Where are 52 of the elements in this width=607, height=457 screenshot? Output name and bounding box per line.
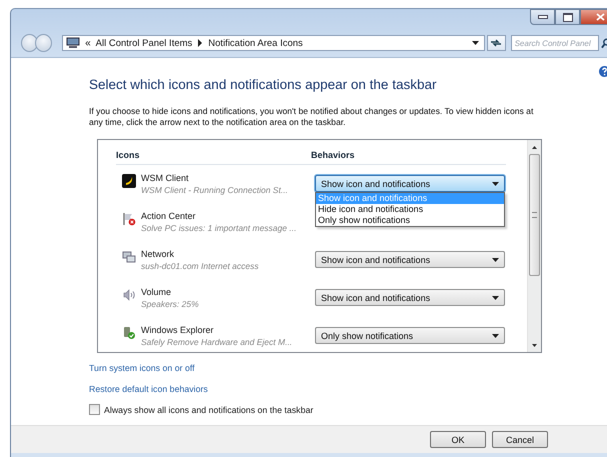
maximize-button[interactable] bbox=[555, 9, 580, 25]
intro-text: If you choose to hide icons and notifications, you won't be notified about changes or updates. To view hidden icons at any time, click the arrow next to the notification area on the taskbar. bbox=[89, 106, 534, 128]
minimize-button[interactable] bbox=[530, 9, 555, 25]
caret-icon bbox=[492, 334, 499, 338]
settings-link[interactable]: Turn system icons on or off bbox=[89, 363, 195, 373]
app-description: Speakers: 25% bbox=[141, 299, 200, 309]
behavior-dropdown[interactable]: Show icon and notifications bbox=[315, 251, 505, 268]
scroll-up-icon[interactable] bbox=[532, 146, 537, 148]
app-description: sush-dc01.com Internet access bbox=[141, 261, 260, 271]
help-icon[interactable] bbox=[599, 66, 607, 77]
speaker-icon bbox=[122, 288, 136, 302]
caret-icon bbox=[492, 296, 499, 300]
behavior-dropdown[interactable]: Show icon and notifications bbox=[315, 175, 505, 192]
app-name: Volume bbox=[141, 287, 172, 297]
behavior-dropdown[interactable]: Only show notifications bbox=[315, 327, 505, 344]
dialog-button[interactable]: Cancel bbox=[492, 431, 548, 448]
column-header: Behaviors bbox=[311, 150, 355, 160]
page-heading: Select which icons and notifications appear on the taskbar bbox=[89, 77, 436, 92]
scroll-down-icon[interactable] bbox=[532, 344, 537, 346]
address-bar[interactable]: « All Control Panel Items Notification Area Icons bbox=[62, 35, 485, 51]
caret-icon bbox=[492, 182, 499, 186]
caret-icon bbox=[492, 258, 499, 262]
search-field[interactable]: Search Control Panel bbox=[510, 35, 599, 51]
dropdown-arrow-icon[interactable] bbox=[472, 41, 479, 45]
app-name: WSM Client bbox=[141, 173, 190, 183]
app-description: Safely Remove Hardware and Eject M... bbox=[141, 337, 294, 347]
breadcrumb-arrow-icon[interactable] bbox=[197, 39, 204, 47]
scrollbar[interactable] bbox=[527, 140, 541, 352]
refresh-button[interactable] bbox=[486, 35, 506, 51]
app-description: Solve PC issues: 1 important message ... bbox=[141, 223, 298, 233]
app-name: Windows Explorer bbox=[141, 325, 215, 335]
close-icon bbox=[596, 13, 604, 21]
app-name: Action Center bbox=[141, 211, 197, 221]
app-name: Network bbox=[141, 249, 176, 259]
computer-icon bbox=[66, 37, 80, 49]
refresh-icon bbox=[490, 38, 502, 48]
settings-link[interactable]: Restore default icon behaviors bbox=[89, 384, 208, 394]
app-description: WSM Client - Running Connection St... bbox=[141, 185, 289, 195]
breadcrumb-item[interactable]: Notification Area Icons bbox=[208, 38, 303, 48]
dialog-button[interactable]: OK bbox=[430, 431, 486, 448]
checkbox-label: Always show all icons and notifications on the taskbar bbox=[104, 404, 314, 414]
dropdown-option[interactable]: Hide icon and notifications bbox=[316, 204, 504, 215]
dropdown-option[interactable]: Only show notifications bbox=[316, 215, 504, 226]
breadcrumb-overflow[interactable]: « bbox=[85, 38, 91, 48]
network-icon bbox=[122, 250, 136, 264]
usb-drive-icon bbox=[122, 326, 136, 340]
checkbox[interactable] bbox=[89, 404, 100, 415]
flag-icon bbox=[122, 212, 136, 226]
breadcrumb-item[interactable]: All Control Panel Items bbox=[96, 38, 192, 48]
behavior-dropdown[interactable]: Show icon and notifications bbox=[315, 289, 505, 306]
app-icon bbox=[122, 174, 136, 188]
column-header: Icons bbox=[116, 150, 141, 160]
